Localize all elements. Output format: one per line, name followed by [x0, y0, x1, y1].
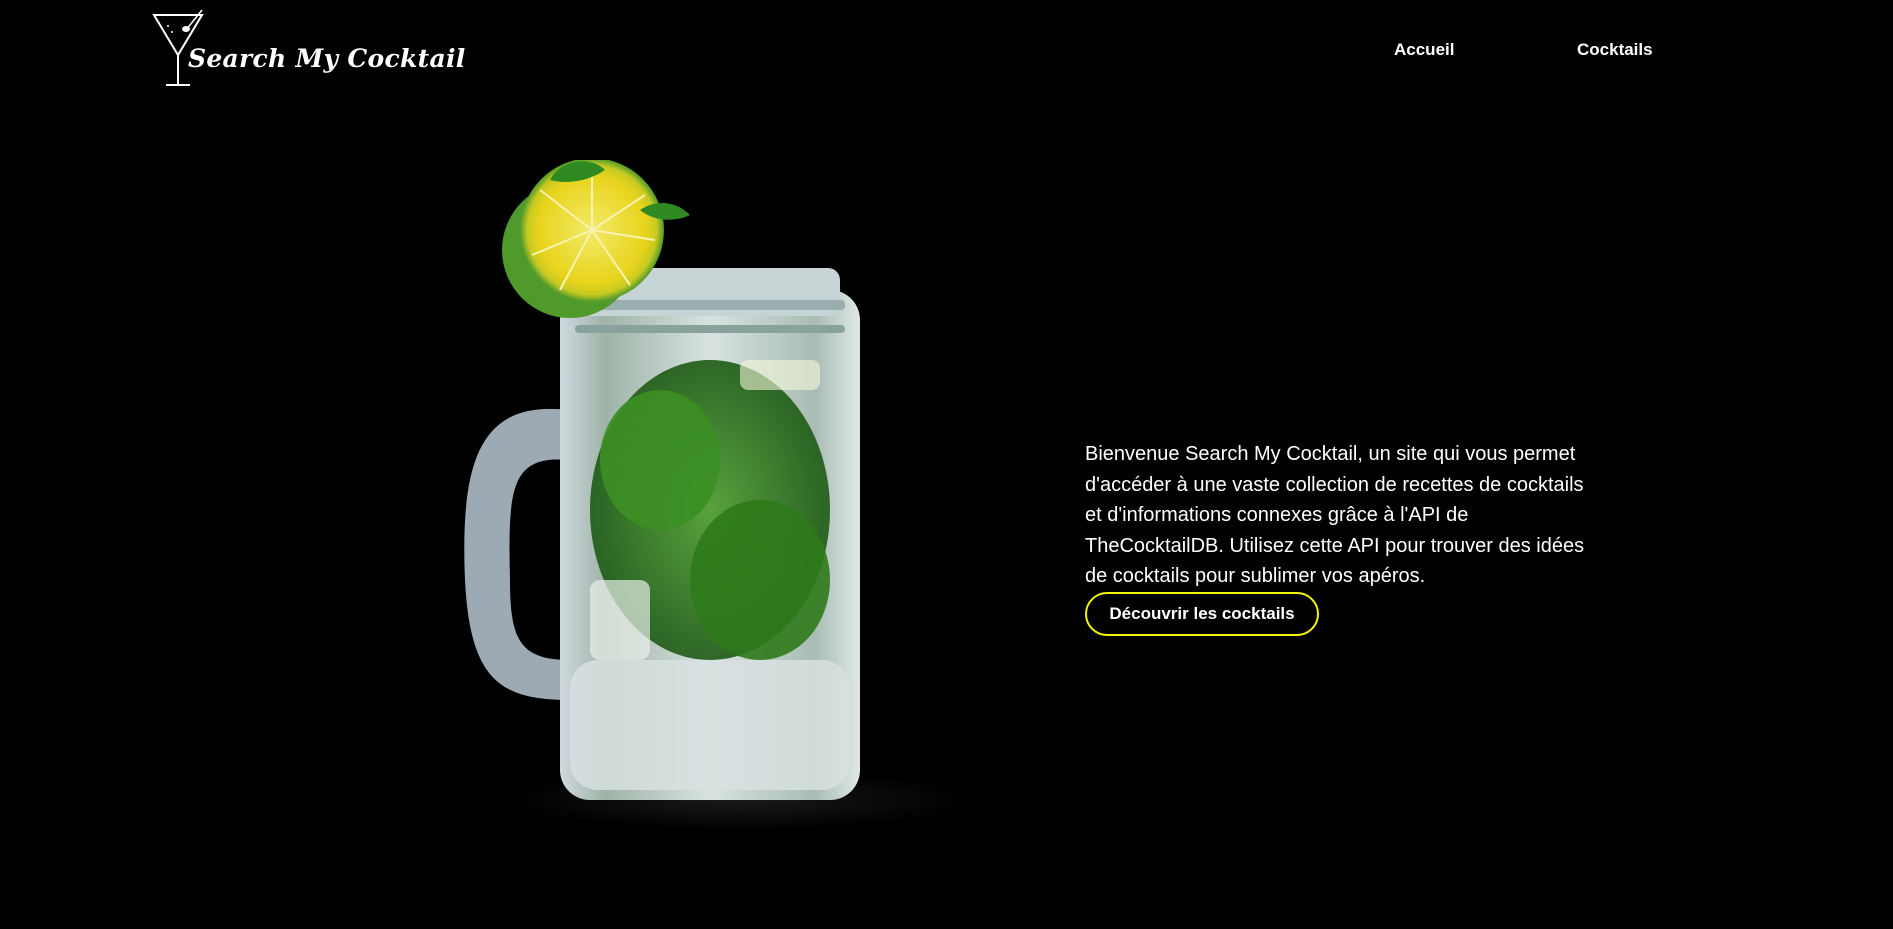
nav-link-cocktails[interactable]: Cocktails	[1577, 40, 1653, 60]
brand-name: Search My Cocktail	[188, 44, 466, 73]
brand-logo[interactable]: Search My Cocktail	[152, 10, 465, 90]
intro-text: Bienvenue Search My Cocktail, un site qu…	[1085, 443, 1585, 587]
hero-image	[440, 158, 1000, 850]
nav-link-home[interactable]: Accueil	[1394, 40, 1454, 60]
discover-cocktails-button[interactable]: Découvrir les cocktails	[1085, 592, 1319, 636]
